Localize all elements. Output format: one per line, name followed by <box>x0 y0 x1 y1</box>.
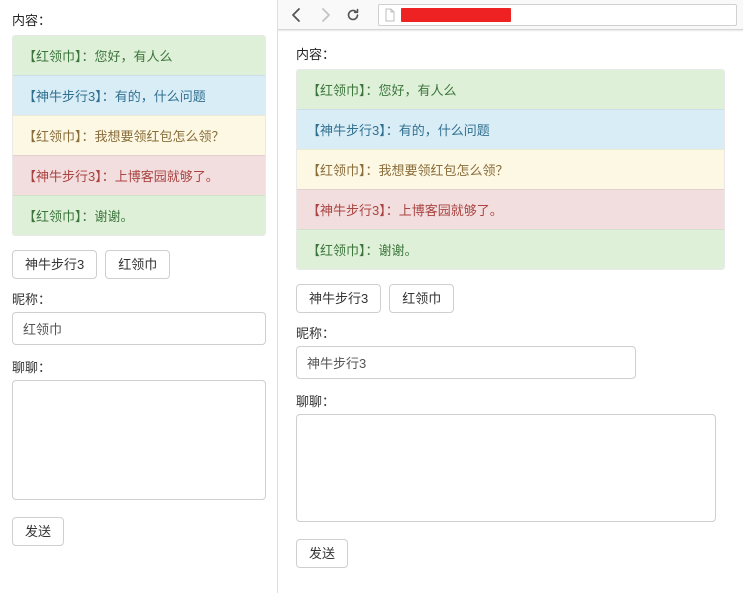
switch-user-b-button[interactable]: 红领巾 <box>389 284 454 313</box>
nickname-input[interactable] <box>296 346 636 379</box>
send-button[interactable]: 发送 <box>296 539 348 568</box>
chat-label: 聊聊 <box>12 357 266 376</box>
message-list-right: 红领巾您好，有人么神牛步行3有的，什么问题红领巾我想要领红包怎么领？神牛步行3上… <box>296 69 725 270</box>
message-row: 红领巾我想要领红包怎么领？ <box>13 115 265 155</box>
message-sender: 红领巾 <box>23 129 95 144</box>
message-text: 谢谢。 <box>379 243 418 258</box>
message-row: 神牛步行3上博客园就够了。 <box>13 155 265 195</box>
message-row: 神牛步行3上博客园就够了。 <box>297 189 724 229</box>
message-text: 有的，什么问题 <box>115 89 206 104</box>
page-icon <box>383 8 397 22</box>
url-bar[interactable] <box>378 4 737 26</box>
message-sender: 神牛步行3 <box>307 123 399 138</box>
message-text: 我想要领红包怎么领？ <box>95 129 225 144</box>
message-row: 神牛步行3有的，什么问题 <box>13 75 265 115</box>
message-text: 有的，什么问题 <box>399 123 490 138</box>
message-row: 神牛步行3有的，什么问题 <box>297 109 724 149</box>
message-sender: 红领巾 <box>307 163 379 178</box>
message-sender: 红领巾 <box>23 49 95 64</box>
message-sender: 神牛步行3 <box>23 169 115 184</box>
message-text: 谢谢。 <box>95 209 134 224</box>
chat-textarea[interactable] <box>296 414 716 522</box>
left-pane: 内容 红领巾您好，有人么神牛步行3有的，什么问题红领巾我想要领红包怎么领？神牛步… <box>0 0 278 593</box>
right-pane: 内容 红领巾您好，有人么神牛步行3有的，什么问题红领巾我想要领红包怎么领？神牛步… <box>278 0 743 593</box>
message-sender: 红领巾 <box>307 243 379 258</box>
nickname-input[interactable] <box>12 312 266 345</box>
message-sender: 神牛步行3 <box>307 203 399 218</box>
url-redacted <box>401 8 511 22</box>
content-label: 内容 <box>12 10 266 29</box>
forward-icon[interactable] <box>316 6 334 24</box>
content-label: 内容 <box>296 44 725 63</box>
switch-user-a-button[interactable]: 神牛步行3 <box>296 284 381 313</box>
message-row: 红领巾您好，有人么 <box>297 70 724 109</box>
message-text: 我想要领红包怎么领？ <box>379 163 509 178</box>
message-sender: 神牛步行3 <box>23 89 115 104</box>
message-row: 红领巾谢谢。 <box>13 195 265 235</box>
message-list-left: 红领巾您好，有人么神牛步行3有的，什么问题红领巾我想要领红包怎么领？神牛步行3上… <box>12 35 266 236</box>
switch-user-a-button[interactable]: 神牛步行3 <box>12 250 97 279</box>
nickname-label: 昵称 <box>12 289 266 308</box>
message-row: 红领巾您好，有人么 <box>13 36 265 75</box>
browser-toolbar <box>278 0 743 30</box>
message-sender: 红领巾 <box>23 209 95 224</box>
chat-textarea[interactable] <box>12 380 266 500</box>
message-text: 您好，有人么 <box>379 83 457 98</box>
send-button[interactable]: 发送 <box>12 517 64 546</box>
message-row: 红领巾我想要领红包怎么领？ <box>297 149 724 189</box>
message-text: 上博客园就够了。 <box>115 169 219 184</box>
message-text: 您好，有人么 <box>95 49 173 64</box>
nickname-label: 昵称 <box>296 323 725 342</box>
chat-label: 聊聊 <box>296 391 725 410</box>
message-text: 上博客园就够了。 <box>399 203 503 218</box>
switch-user-b-button[interactable]: 红领巾 <box>105 250 170 279</box>
message-row: 红领巾谢谢。 <box>297 229 724 269</box>
reload-icon[interactable] <box>344 6 362 24</box>
message-sender: 红领巾 <box>307 83 379 98</box>
back-icon[interactable] <box>288 6 306 24</box>
